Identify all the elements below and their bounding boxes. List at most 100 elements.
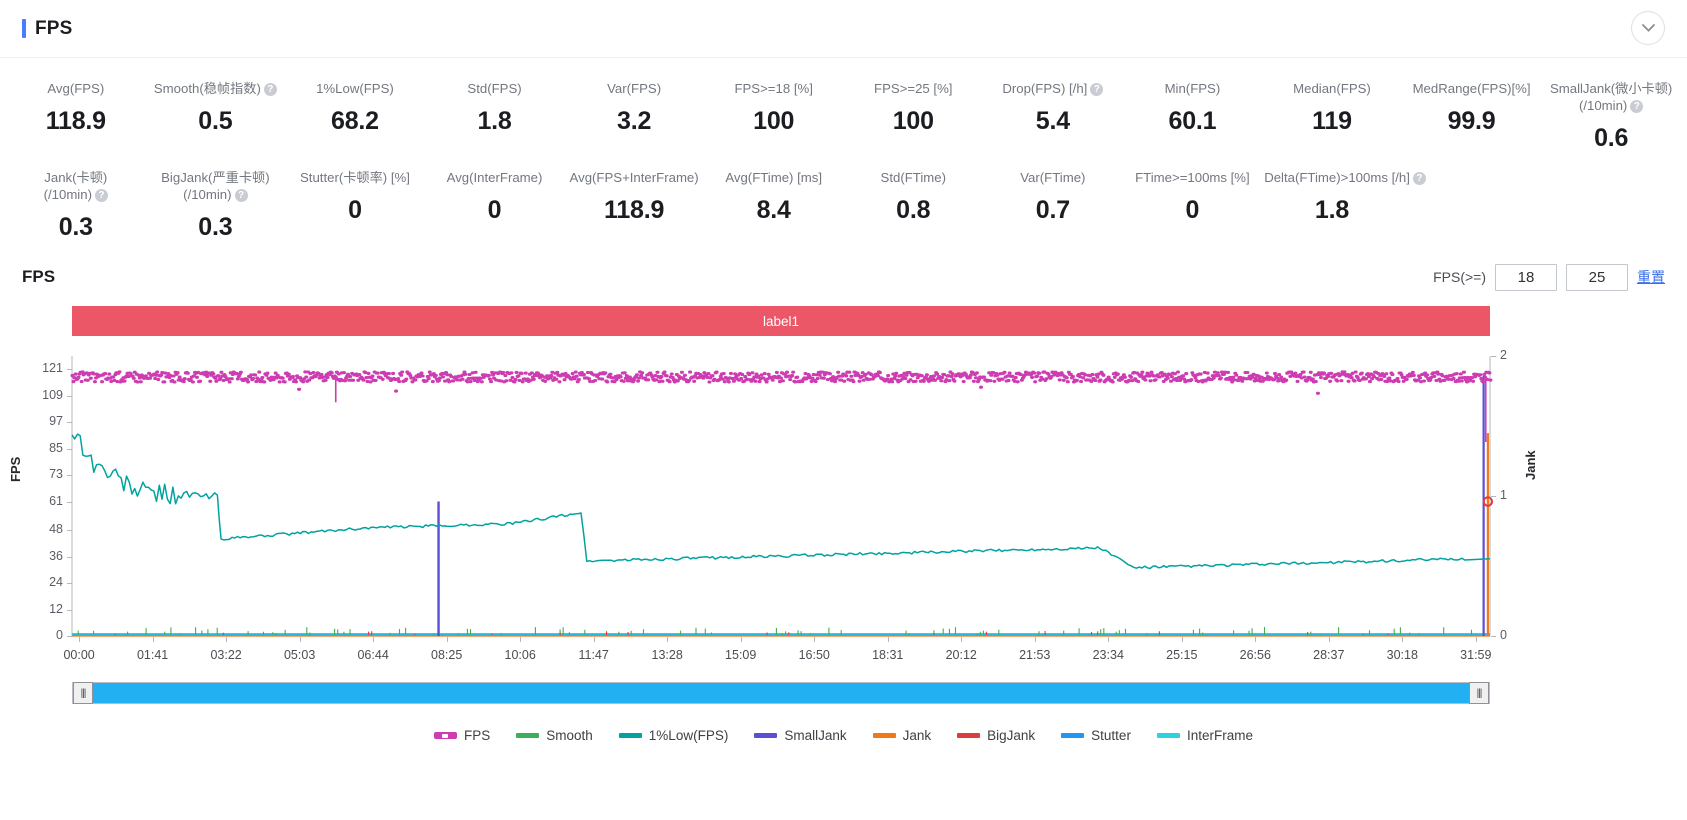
metric-cell: Std(FTime)0.8 <box>843 163 983 252</box>
fps-threshold-high-input[interactable] <box>1566 264 1628 291</box>
series-1pct-low-fps <box>72 434 1490 568</box>
metric-value: 5.4 <box>985 106 1121 136</box>
legend-label: Jank <box>903 728 932 743</box>
scrollbar-left-grip[interactable]: ||| <box>73 682 93 704</box>
legend-color-swatch <box>873 733 896 738</box>
page-title: FPS <box>35 18 73 40</box>
reset-button[interactable]: 重置 <box>1637 267 1665 287</box>
legend-label: FPS <box>464 728 490 743</box>
legend-label: 1%Low(FPS) <box>649 728 729 743</box>
metric-cell: Drop(FPS) [/h]? 5.4 <box>983 74 1123 163</box>
legend-item[interactable]: Smooth <box>516 728 593 743</box>
chart-horizontal-scrollbar[interactable]: ||| ||| <box>72 682 1490 704</box>
legend-item[interactable]: Stutter <box>1061 728 1131 743</box>
metric-value: 100 <box>845 106 981 136</box>
legend-label: SmallJank <box>784 728 846 743</box>
metric-label: Avg(FPS) <box>8 80 144 97</box>
metric-value: 99.9 <box>1404 106 1540 136</box>
help-icon[interactable]: ? <box>264 83 277 96</box>
metric-label-line1: Var(FPS) <box>607 81 661 96</box>
metric-label-line1: Avg(FPS) <box>47 81 104 96</box>
legend-color-swatch <box>1061 733 1084 738</box>
legend-color-swatch <box>619 733 642 738</box>
metric-label: Min(FPS) <box>1125 80 1261 97</box>
plot-canvas <box>0 294 1687 724</box>
metric-value: 0.8 <box>845 195 981 225</box>
metric-value: 0 <box>427 195 563 225</box>
metric-label-line1: MedRange(FPS)[%] <box>1413 81 1531 96</box>
legend-color-swatch <box>434 732 457 739</box>
metric-cell: FPS>=25 [%] 100 <box>843 74 983 163</box>
metric-label-line2: (/10min)? <box>1543 97 1679 114</box>
metric-label: FTime>=100ms [%] <box>1125 169 1261 186</box>
chart-title: FPS <box>22 267 55 287</box>
metrics-grid: Avg(FPS)118.9 Smooth(稳帧指数)? 0.5 1%Low(FPS) 6… <box>0 58 1687 254</box>
metric-label-line1: Drop(FPS) [/h]? <box>1002 81 1103 96</box>
metric-label: SmallJank(微小卡顿)(/10min)? <box>1543 80 1679 114</box>
metric-label: 1%Low(FPS) <box>287 80 423 97</box>
metric-cell: MedRange(FPS)[%] 99.9 <box>1402 74 1542 163</box>
legend-color-swatch <box>516 733 539 738</box>
metric-label-line1: Smooth(稳帧指数)? <box>154 81 277 96</box>
metric-label-line1: Median(FPS) <box>1293 81 1371 96</box>
legend-item[interactable]: SmallJank <box>754 728 846 743</box>
metric-label-line2: (/10min)? <box>8 186 144 203</box>
scrollbar-right-grip[interactable]: ||| <box>1469 682 1489 704</box>
collapse-toggle-button[interactable] <box>1631 11 1665 45</box>
help-icon[interactable]: ? <box>1090 83 1103 96</box>
metric-cell: Delta(FTime)>100ms [/h]?1.8 <box>1262 163 1402 252</box>
metric-label: Std(FPS) <box>427 80 563 97</box>
metrics-row-2: Jank(卡顿)(/10min)?0.3BigJank(严重卡顿)(/10min… <box>6 163 1681 252</box>
metric-cell: Var(FTime)0.7 <box>983 163 1123 252</box>
legend-label: Stutter <box>1091 728 1131 743</box>
metric-label-line1: Var(FTime) <box>1020 170 1085 185</box>
help-icon[interactable]: ? <box>95 189 108 202</box>
metric-cell: Median(FPS)119 <box>1262 74 1402 163</box>
panel-header: FPS <box>0 0 1687 58</box>
fps-panel: FPS Avg(FPS)118.9 Smooth(稳帧指数)? 0.5 1%Low(F… <box>0 0 1687 820</box>
metric-label: Avg(FTime) [ms] <box>706 169 842 186</box>
metric-label-line1: FPS>=18 [%] <box>734 81 812 96</box>
metric-value: 0 <box>1125 195 1261 225</box>
metric-label-line1: Min(FPS) <box>1165 81 1221 96</box>
metric-cell: SmallJank(微小卡顿)(/10min)?0.6 <box>1541 74 1681 163</box>
metric-label: Var(FPS) <box>566 80 702 97</box>
metric-label: Delta(FTime)>100ms [/h]? <box>1264 169 1400 186</box>
legend-item[interactable]: InterFrame <box>1157 728 1253 743</box>
fps-chart: label1 FPS Jank 12110997857361483624120 … <box>0 294 1687 724</box>
metric-value: 0 <box>287 195 423 225</box>
series-fps <box>72 372 1491 393</box>
metric-label-line1: Std(FPS) <box>467 81 521 96</box>
metric-spacer <box>1402 163 1542 252</box>
metric-label-line1: 1%Low(FPS) <box>316 81 394 96</box>
legend-item[interactable]: BigJank <box>957 728 1035 743</box>
metric-label-line1: FPS>=25 [%] <box>874 81 952 96</box>
metric-cell: FTime>=100ms [%] 0 <box>1123 163 1263 252</box>
legend-item[interactable]: Jank <box>873 728 932 743</box>
metric-label-line1: FTime>=100ms [%] <box>1135 170 1250 185</box>
legend-label: Smooth <box>546 728 593 743</box>
metric-label-line2: (/10min)? <box>148 186 284 203</box>
metric-cell: Stutter(卡顿率) [%]0 <box>285 163 425 252</box>
metric-cell: Avg(FPS+InterFrame)118.9 <box>564 163 704 252</box>
legend-label: BigJank <box>987 728 1035 743</box>
help-icon[interactable]: ? <box>235 189 248 202</box>
metric-label-line1: Avg(FTime) [ms] <box>725 170 822 185</box>
metric-cell: Avg(FPS)118.9 <box>6 74 146 163</box>
metric-value: 100 <box>706 106 842 136</box>
metric-value: 0.5 <box>148 106 284 136</box>
metric-value: 68.2 <box>287 106 423 136</box>
legend-item[interactable]: 1%Low(FPS) <box>619 728 729 743</box>
fps-threshold-low-input[interactable] <box>1495 264 1557 291</box>
metric-label: Smooth(稳帧指数)? <box>148 80 284 97</box>
metric-label: Drop(FPS) [/h]? <box>985 80 1121 97</box>
legend-item[interactable]: FPS <box>434 728 490 743</box>
metric-label: Avg(InterFrame) <box>427 169 563 186</box>
threshold-label: FPS(>=) <box>1433 269 1486 285</box>
metric-cell: Std(FPS)1.8 <box>425 74 565 163</box>
metric-cell: BigJank(严重卡顿)(/10min)?0.3 <box>146 163 286 252</box>
help-icon[interactable]: ? <box>1630 100 1643 113</box>
metric-label-line1: SmallJank(微小卡顿) <box>1550 81 1672 96</box>
metric-value: 0.3 <box>8 212 144 242</box>
metric-label: Avg(FPS+InterFrame) <box>566 169 702 186</box>
